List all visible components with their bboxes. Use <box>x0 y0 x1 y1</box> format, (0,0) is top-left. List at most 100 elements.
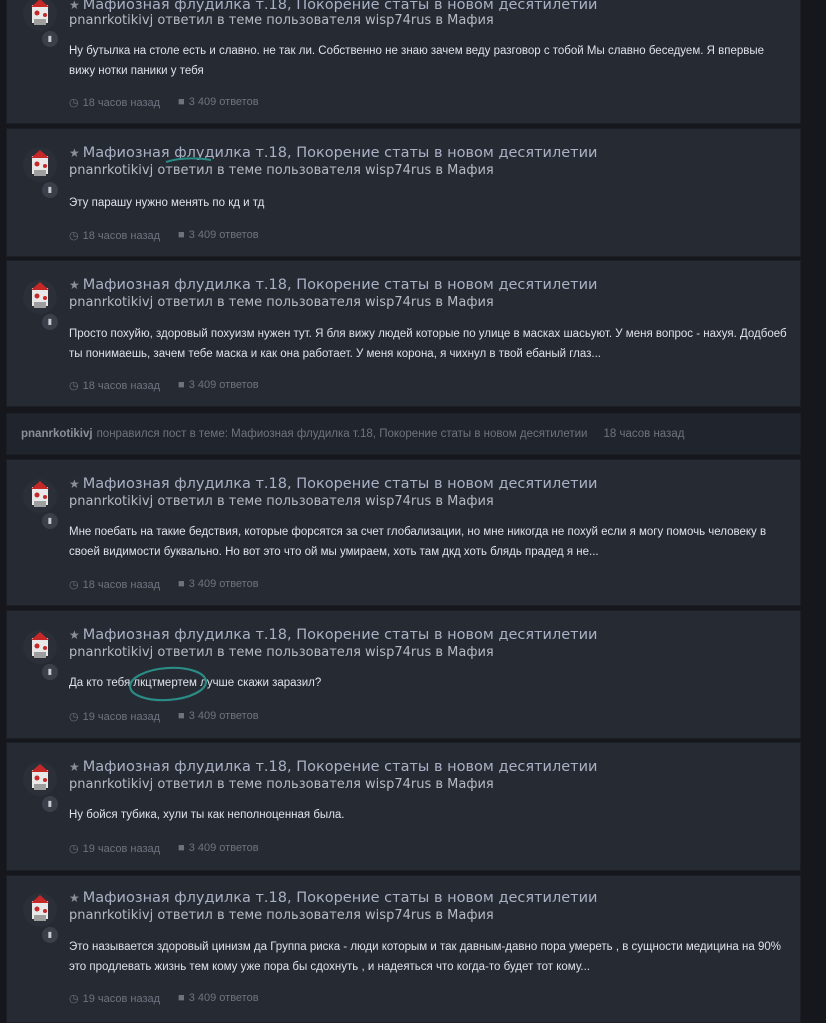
topic-title-row[interactable]: ★ Мафиозная флудилка т.18, Покорение ста… <box>69 627 597 643</box>
reply-count[interactable]: ■ 3 409 ответов <box>178 578 259 591</box>
post-body: Ну бойся тубика, хули ты как неполноценн… <box>69 809 345 821</box>
topic-title-link[interactable]: Мафиозная флудилка т.18, Покорение статы… <box>83 277 598 293</box>
topic-title-link[interactable]: Мафиозная флудилка т.18, Покорение статы… <box>83 759 598 775</box>
star-icon: ★ <box>69 278 80 292</box>
speech-bubble-icon: ▮ <box>42 513 58 529</box>
topic-title-link[interactable]: Мафиозная флудилка т.18, Покорение статы… <box>83 890 598 906</box>
author-line[interactable]: pnanrkotikivj ответил в теме пользовател… <box>69 13 494 28</box>
reply-count[interactable]: ■ 3 409 ответов <box>178 379 259 392</box>
avatar[interactable] <box>23 762 57 796</box>
post-meta: ◷ 18 часов назад ■ 3 409 ответов <box>69 96 259 109</box>
topic-title-row[interactable]: ★ Мафиозная флудилка т.18, Покорение ста… <box>69 890 597 906</box>
reply-count[interactable]: ■ 3 409 ответов <box>178 229 259 242</box>
post-time[interactable]: ◷ 18 часов назад <box>69 96 160 109</box>
speech-bubble-icon: ▮ <box>42 182 58 198</box>
post-meta: ◷ 19 часов назад ■ 3 409 ответов <box>69 992 259 1005</box>
post-body: Ну бутылка на столе есть и славно. не та… <box>69 45 765 77</box>
comment-icon: ■ <box>178 229 185 241</box>
author-line[interactable]: pnanrkotikivj ответил в теме пользовател… <box>69 163 494 178</box>
activity-card: ▮ ★ Мафиозная флудилка т.18, Покорение с… <box>6 0 801 124</box>
avatar-icon <box>31 764 49 790</box>
post-time[interactable]: ◷ 18 часов назад <box>69 379 160 392</box>
like-activity: pnanrkotikivj понравился пост в теме: Ма… <box>6 413 801 455</box>
avatar[interactable] <box>23 630 57 664</box>
avatar-icon <box>31 481 49 507</box>
avatar[interactable] <box>23 479 57 513</box>
comment-icon: ■ <box>178 992 185 1004</box>
avatar-icon <box>31 0 49 25</box>
topic-title-link[interactable]: Мафиозная флудилка т.18, Покорение статы… <box>83 0 598 13</box>
post-time[interactable]: ◷ 19 часов назад <box>69 992 160 1005</box>
post-body: Просто похуйю, здоровый похуизм нужен ту… <box>69 328 787 360</box>
reply-count[interactable]: ■ 3 409 ответов <box>178 710 259 723</box>
comment-icon: ■ <box>178 842 185 854</box>
topic-title-row[interactable]: ★ Мафиозная флудилка т.18, Покорение ста… <box>69 145 597 161</box>
speech-bubble-icon: ▮ <box>42 314 58 330</box>
reply-count[interactable]: ■ 3 409 ответов <box>178 992 259 1005</box>
like-text[interactable]: понравился пост в теме: Мафиозная флудил… <box>97 428 588 440</box>
activity-card: ▮ ★ Мафиозная флудилка т.18, Покорение с… <box>6 128 801 257</box>
star-icon: ★ <box>69 477 80 491</box>
star-icon: ★ <box>69 628 80 642</box>
post-time[interactable]: ◷ 19 часов назад <box>69 842 160 855</box>
clock-icon: ◷ <box>69 711 79 723</box>
activity-card: ▮ ★ Мафиозная флудилка т.18, Покорение с… <box>6 742 801 871</box>
comment-icon: ■ <box>178 710 185 722</box>
star-icon: ★ <box>69 146 80 160</box>
speech-bubble-icon: ▮ <box>42 664 58 680</box>
topic-title-row[interactable]: ★ Мафиозная флудилка т.18, Покорение ста… <box>69 0 597 13</box>
star-icon: ★ <box>69 891 80 905</box>
post-body: Да кто тебя лкцтмертем лучше скажи зараз… <box>69 677 322 689</box>
speech-bubble-icon: ▮ <box>42 927 58 943</box>
post-body: Эту парашу нужно менять по кд и тд <box>69 197 265 209</box>
post-meta: ◷ 19 часов назад ■ 3 409 ответов <box>69 710 259 723</box>
post-meta: ◷ 19 часов назад ■ 3 409 ответов <box>69 842 259 855</box>
speech-bubble-icon: ▮ <box>42 31 58 47</box>
post-meta: ◷ 18 часов назад ■ 3 409 ответов <box>69 379 259 392</box>
star-icon: ★ <box>69 760 80 774</box>
reply-count[interactable]: ■ 3 409 ответов <box>178 842 259 855</box>
star-icon: ★ <box>69 0 80 12</box>
comment-icon: ■ <box>178 96 185 108</box>
post-time[interactable]: ◷ 19 часов назад <box>69 710 160 723</box>
comment-icon: ■ <box>178 578 185 590</box>
topic-title-row[interactable]: ★ Мафиозная флудилка т.18, Покорение ста… <box>69 476 597 492</box>
activity-card: ▮ ★ Мафиозная флудилка т.18, Покорение с… <box>6 260 801 407</box>
topic-title-row[interactable]: ★ Мафиозная флудилка т.18, Покорение ста… <box>69 277 597 293</box>
reply-count[interactable]: ■ 3 409 ответов <box>178 96 259 109</box>
author-line[interactable]: pnanrkotikivj ответил в теме пользовател… <box>69 908 494 923</box>
clock-icon: ◷ <box>69 380 79 392</box>
topic-title-link[interactable]: Мафиозная флудилка т.18, Покорение статы… <box>83 627 598 643</box>
post-body: Это называется здоровый цинизм да Группа… <box>69 941 781 973</box>
avatar-icon <box>31 282 49 308</box>
author-line[interactable]: pnanrkotikivj ответил в теме пользовател… <box>69 295 494 310</box>
comment-icon: ■ <box>178 379 185 391</box>
clock-icon: ◷ <box>69 230 79 242</box>
like-user-link[interactable]: pnanrkotikivj <box>21 428 93 440</box>
post-meta: ◷ 18 часов назад ■ 3 409 ответов <box>69 578 259 591</box>
clock-icon: ◷ <box>69 843 79 855</box>
avatar[interactable] <box>23 0 57 31</box>
speech-bubble-icon: ▮ <box>42 796 58 812</box>
author-line[interactable]: pnanrkotikivj ответил в теме пользовател… <box>69 494 494 509</box>
avatar[interactable] <box>23 893 57 927</box>
topic-title-row[interactable]: ★ Мафиозная флудилка т.18, Покорение ста… <box>69 759 597 775</box>
post-body: Мне поебать на такие бедствия, которые ф… <box>69 526 767 558</box>
avatar[interactable] <box>23 148 57 182</box>
topic-title-link[interactable]: Мафиозная флудилка т.18, Покорение статы… <box>83 476 598 492</box>
topic-title-link[interactable]: Мафиозная флудилка т.18, Покорение статы… <box>83 145 598 161</box>
avatar[interactable] <box>23 280 57 314</box>
post-time[interactable]: ◷ 18 часов назад <box>69 229 160 242</box>
clock-icon: ◷ <box>69 97 79 109</box>
activity-card: ▮ ★ Мафиозная флудилка т.18, Покорение с… <box>6 459 801 606</box>
author-line[interactable]: pnanrkotikivj ответил в теме пользовател… <box>69 645 494 660</box>
activity-card: ▮ ★ Мафиозная флудилка т.18, Покорение с… <box>6 610 801 739</box>
like-time[interactable]: 18 часов назад <box>603 428 684 440</box>
avatar-icon <box>31 895 49 921</box>
activity-card: ▮ ★ Мафиозная флудилка т.18, Покорение с… <box>6 875 801 1023</box>
author-line[interactable]: pnanrkotikivj ответил в теме пользовател… <box>69 777 494 792</box>
clock-icon: ◷ <box>69 579 79 591</box>
post-time[interactable]: ◷ 18 часов назад <box>69 578 160 591</box>
avatar-icon <box>31 632 49 658</box>
avatar-icon <box>31 150 49 176</box>
